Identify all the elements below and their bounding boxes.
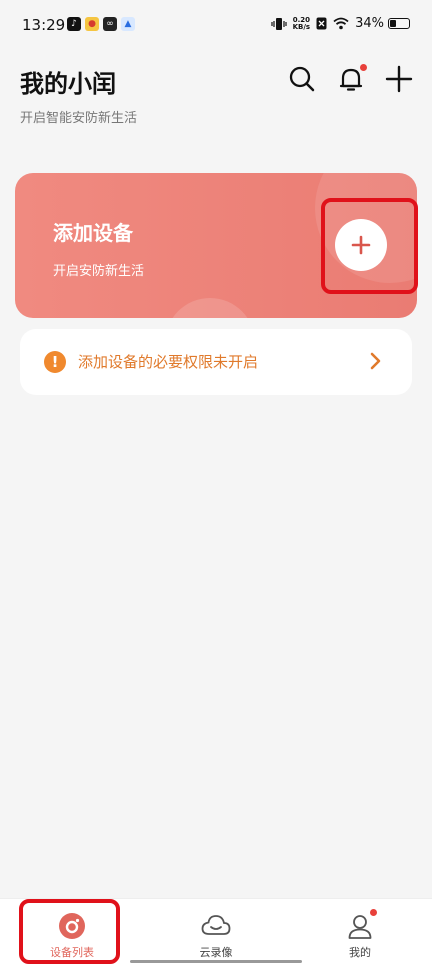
battery: 34% xyxy=(355,16,410,31)
link-app-icon: ∞ xyxy=(103,17,117,31)
nav-item-profile[interactable]: 我的 xyxy=(310,899,410,964)
permission-notice-text: 添加设备的必要权限未开启 xyxy=(78,353,259,371)
nav-label-cloud: 云录像 xyxy=(199,946,233,959)
device-list-icon xyxy=(59,913,85,939)
wifi-icon xyxy=(333,17,349,30)
weibo-icon: ● xyxy=(85,17,99,31)
banner-decoration xyxy=(165,298,255,318)
chevron-right-icon xyxy=(370,352,381,370)
status-app-icons: ♪ ● ∞ ▲ xyxy=(67,17,135,31)
bottom-nav: 设备列表 云录像 我的 xyxy=(0,898,432,964)
plus-icon[interactable] xyxy=(384,64,414,94)
no-sim-icon xyxy=(316,17,327,30)
notification-button[interactable] xyxy=(336,64,367,94)
status-time: 13:29 xyxy=(22,16,66,34)
banner-subtitle: 开启安防新生活 xyxy=(53,264,145,279)
notification-badge xyxy=(360,64,367,71)
cloud-icon xyxy=(201,915,231,935)
nav-item-cloud[interactable]: 云录像 xyxy=(166,899,266,964)
nav-label-device-list: 设备列表 xyxy=(50,946,94,959)
permission-notice[interactable]: ! 添加设备的必要权限未开启 xyxy=(20,329,412,395)
add-device-button[interactable] xyxy=(335,219,387,271)
plus-icon xyxy=(351,235,371,255)
status-right: 0.20 KB/s 34% xyxy=(271,16,410,31)
network-speed: 0.20 KB/s xyxy=(292,16,311,31)
page-title: 我的小闰 xyxy=(20,70,116,98)
banner-title: 添加设备 xyxy=(53,221,133,245)
vibrate-icon xyxy=(271,17,287,30)
search-icon[interactable] xyxy=(287,64,317,94)
nav-label-profile: 我的 xyxy=(349,946,371,959)
profile-icon xyxy=(348,915,372,939)
home-indicator[interactable] xyxy=(130,960,302,963)
battery-percent: 34% xyxy=(355,16,384,31)
nav-item-device-list[interactable]: 设备列表 xyxy=(22,899,122,964)
battery-icon xyxy=(388,18,410,29)
status-bar: 13:29 ♪ ● ∞ ▲ 0.20 KB/s 34% xyxy=(0,0,432,52)
page-subtitle: 开启智能安防新生活 xyxy=(20,111,138,126)
warning-icon: ! xyxy=(44,351,66,373)
add-device-banner[interactable]: 添加设备 开启安防新生活 xyxy=(15,173,417,318)
map-app-icon: ▲ xyxy=(121,17,135,31)
network-speed-unit: KB/s xyxy=(292,22,311,31)
profile-badge xyxy=(370,909,377,916)
tiktok-icon: ♪ xyxy=(67,17,81,31)
